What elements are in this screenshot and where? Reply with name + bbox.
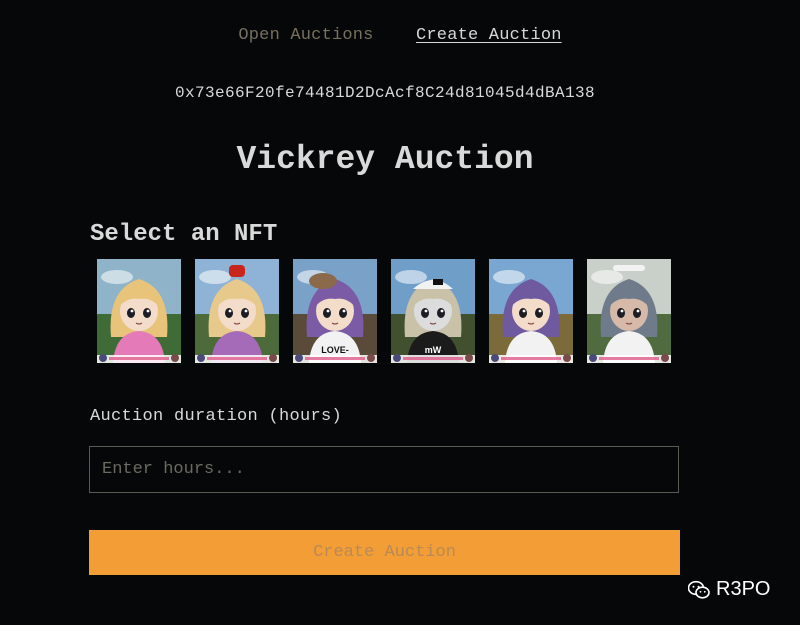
auction-duration-label: Auction duration (hours) (90, 407, 343, 426)
svg-text:LOVE-: LOVE- (321, 345, 349, 355)
nft-avatar-image (587, 259, 671, 363)
nft-card[interactable]: LOVE- (293, 259, 377, 363)
nav-create-auction-link[interactable]: Create Auction (416, 26, 562, 45)
auction-hours-input[interactable] (89, 446, 679, 493)
wallet-address: 0x73e66F20fe74481D2DcAcf8C24d81045d4dBA1… (174, 84, 596, 102)
nft-card[interactable] (97, 259, 181, 363)
watermark: R3PO (688, 578, 770, 601)
select-nft-heading: Select an NFT (90, 221, 278, 248)
nft-avatar-image (97, 259, 181, 363)
nft-card[interactable]: mW (391, 259, 475, 363)
top-nav: Open Auctions Create Auction (0, 26, 800, 45)
svg-text:mW: mW (425, 345, 442, 355)
nft-avatar-image: LOVE- (293, 259, 377, 363)
nft-card[interactable] (195, 259, 279, 363)
nft-selector: LOVE-mW (97, 259, 671, 363)
page-title: Vickrey Auction (236, 141, 534, 178)
nft-card[interactable] (587, 259, 671, 363)
create-auction-button[interactable]: Create Auction (89, 530, 680, 575)
nav-open-auctions-link[interactable]: Open Auctions (238, 26, 373, 45)
nft-card[interactable] (489, 259, 573, 363)
wechat-icon (688, 580, 710, 599)
nft-avatar-image (195, 259, 279, 363)
nft-avatar-image: mW (391, 259, 475, 363)
nft-avatar-image (489, 259, 573, 363)
page: Open Auctions Create Auction 0x73e66F20f… (0, 0, 800, 625)
watermark-text: R3PO (716, 578, 771, 600)
